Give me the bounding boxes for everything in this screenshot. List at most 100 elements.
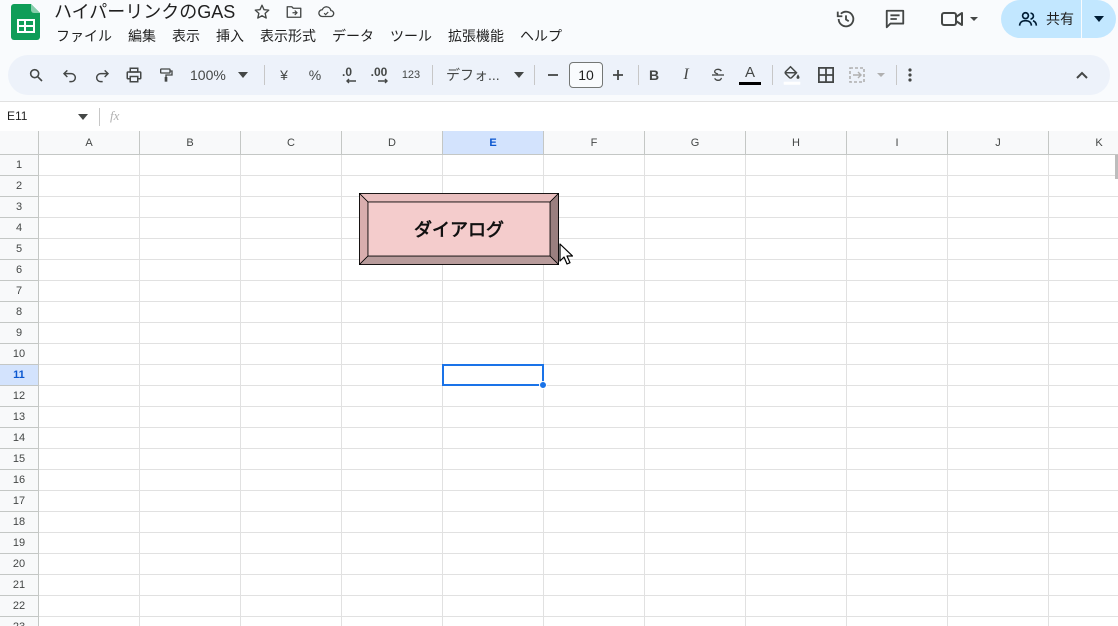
- menu-help[interactable]: ヘルプ: [512, 25, 570, 47]
- increase-decimal-button[interactable]: .00: [364, 55, 394, 95]
- chevron-down-icon: [513, 72, 524, 78]
- more-vert-icon[interactable]: [898, 55, 922, 95]
- selected-cell[interactable]: [442, 364, 544, 386]
- gridline-vertical: [846, 155, 847, 626]
- row-header-8[interactable]: 8: [0, 302, 39, 323]
- row-header-17[interactable]: 17: [0, 491, 39, 512]
- dialog-drawing-button[interactable]: ダイアログ: [358, 192, 560, 266]
- row-header-11[interactable]: 11: [0, 365, 39, 386]
- row-header-23[interactable]: 23: [0, 617, 39, 626]
- row-header-9[interactable]: 9: [0, 323, 39, 344]
- menu-insert[interactable]: 挿入: [208, 25, 252, 47]
- column-header-a[interactable]: A: [39, 131, 140, 155]
- font-select[interactable]: デフォ...: [440, 55, 526, 95]
- column-header-d[interactable]: D: [342, 131, 443, 155]
- merge-cells-icon[interactable]: [846, 55, 890, 95]
- search-menus-icon[interactable]: [22, 55, 50, 95]
- menu-view[interactable]: 表示: [164, 25, 208, 47]
- cloud-saved-icon[interactable]: [315, 1, 337, 23]
- column-header-f[interactable]: F: [544, 131, 645, 155]
- fill-handle[interactable]: [539, 381, 547, 389]
- font-size-input[interactable]: 10: [569, 62, 603, 88]
- meet-icon[interactable]: [934, 1, 982, 37]
- gridline-horizontal: [39, 616, 1118, 617]
- row-header-3[interactable]: 3: [0, 197, 39, 218]
- comments-icon[interactable]: [877, 1, 913, 37]
- formula-bar: E11 fx: [0, 101, 1118, 131]
- toolbar-divider: [534, 65, 535, 85]
- select-all-corner[interactable]: [0, 131, 39, 155]
- row-header-10[interactable]: 10: [0, 344, 39, 365]
- share-dropdown-button[interactable]: [1082, 0, 1116, 38]
- undo-icon[interactable]: [56, 55, 84, 95]
- zoom-select[interactable]: 100%: [186, 55, 258, 95]
- italic-button[interactable]: I: [672, 55, 700, 95]
- row-header-7[interactable]: 7: [0, 281, 39, 302]
- column-header-b[interactable]: B: [140, 131, 241, 155]
- increase-font-size-icon[interactable]: [605, 55, 631, 95]
- gridline-horizontal: [39, 595, 1118, 596]
- column-header-g[interactable]: G: [645, 131, 746, 155]
- column-header-k[interactable]: K: [1049, 131, 1118, 155]
- print-icon[interactable]: [120, 55, 148, 95]
- menu-format[interactable]: 表示形式: [252, 25, 324, 47]
- share-button[interactable]: 共有: [1001, 0, 1116, 38]
- percent-format-button[interactable]: %: [301, 55, 329, 95]
- row-header-4[interactable]: 4: [0, 218, 39, 239]
- row-header-20[interactable]: 20: [0, 554, 39, 575]
- paint-format-icon[interactable]: [152, 55, 180, 95]
- formula-input[interactable]: [136, 109, 1106, 127]
- row-header-18[interactable]: 18: [0, 512, 39, 533]
- spreadsheet-grid[interactable]: A B C D E F G H I J K 1 2 3 4 5 6 7 8 9 10 11 12 13 14 15 16 17 18 19…: [0, 131, 1118, 626]
- move-folder-icon[interactable]: [283, 1, 305, 23]
- borders-icon[interactable]: [812, 55, 840, 95]
- version-history-icon[interactable]: [828, 1, 864, 37]
- gridline-vertical: [644, 155, 645, 626]
- collapse-toolbar-icon[interactable]: [1068, 55, 1096, 95]
- currency-format-button[interactable]: ¥: [270, 55, 298, 95]
- column-header-c[interactable]: C: [241, 131, 342, 155]
- decrease-decimal-button[interactable]: .0: [332, 55, 362, 95]
- row-header-22[interactable]: 22: [0, 596, 39, 617]
- row-header-6[interactable]: 6: [0, 260, 39, 281]
- menu-tools[interactable]: ツール: [382, 25, 440, 47]
- decrease-font-size-icon[interactable]: [540, 55, 566, 95]
- document-title[interactable]: ハイパーリンクのGAS: [54, 1, 235, 23]
- row-header-15[interactable]: 15: [0, 449, 39, 470]
- row-header-1[interactable]: 1: [0, 155, 39, 176]
- menu-data[interactable]: データ: [324, 25, 382, 47]
- column-header-i[interactable]: I: [847, 131, 948, 155]
- text-color-button[interactable]: A: [736, 55, 764, 95]
- column-header-j[interactable]: J: [948, 131, 1049, 155]
- star-icon[interactable]: [251, 1, 273, 23]
- bold-button[interactable]: B: [640, 55, 668, 95]
- row-header-13[interactable]: 13: [0, 407, 39, 428]
- gridline-horizontal: [39, 196, 1118, 197]
- row-header-2[interactable]: 2: [0, 176, 39, 197]
- row-header-12[interactable]: 12: [0, 386, 39, 407]
- fill-color-icon[interactable]: [778, 55, 806, 95]
- chevron-down-icon[interactable]: [78, 114, 88, 120]
- row-header-19[interactable]: 19: [0, 533, 39, 554]
- gridline-horizontal: [39, 280, 1118, 281]
- column-header-e[interactable]: E: [443, 131, 544, 155]
- row-header-14[interactable]: 14: [0, 428, 39, 449]
- row-header-5[interactable]: 5: [0, 239, 39, 260]
- redo-icon[interactable]: [88, 55, 116, 95]
- arrow-right-icon: [378, 78, 388, 84]
- row-header-21[interactable]: 21: [0, 575, 39, 596]
- strikethrough-icon[interactable]: [704, 55, 732, 95]
- people-icon: [1018, 11, 1038, 26]
- share-label: 共有: [1046, 11, 1074, 27]
- menu-edit[interactable]: 編集: [120, 25, 164, 47]
- sheets-logo-icon[interactable]: [11, 4, 41, 40]
- more-formats-button[interactable]: 123: [396, 55, 426, 95]
- chevron-down-icon: [237, 72, 248, 78]
- menu-extensions[interactable]: 拡張機能: [440, 25, 512, 47]
- menu-file[interactable]: ファイル: [48, 25, 120, 47]
- column-header-h[interactable]: H: [746, 131, 847, 155]
- share-main[interactable]: 共有: [1001, 0, 1081, 38]
- name-box[interactable]: E11: [7, 109, 27, 123]
- row-header-16[interactable]: 16: [0, 470, 39, 491]
- gridline-horizontal: [39, 427, 1118, 428]
